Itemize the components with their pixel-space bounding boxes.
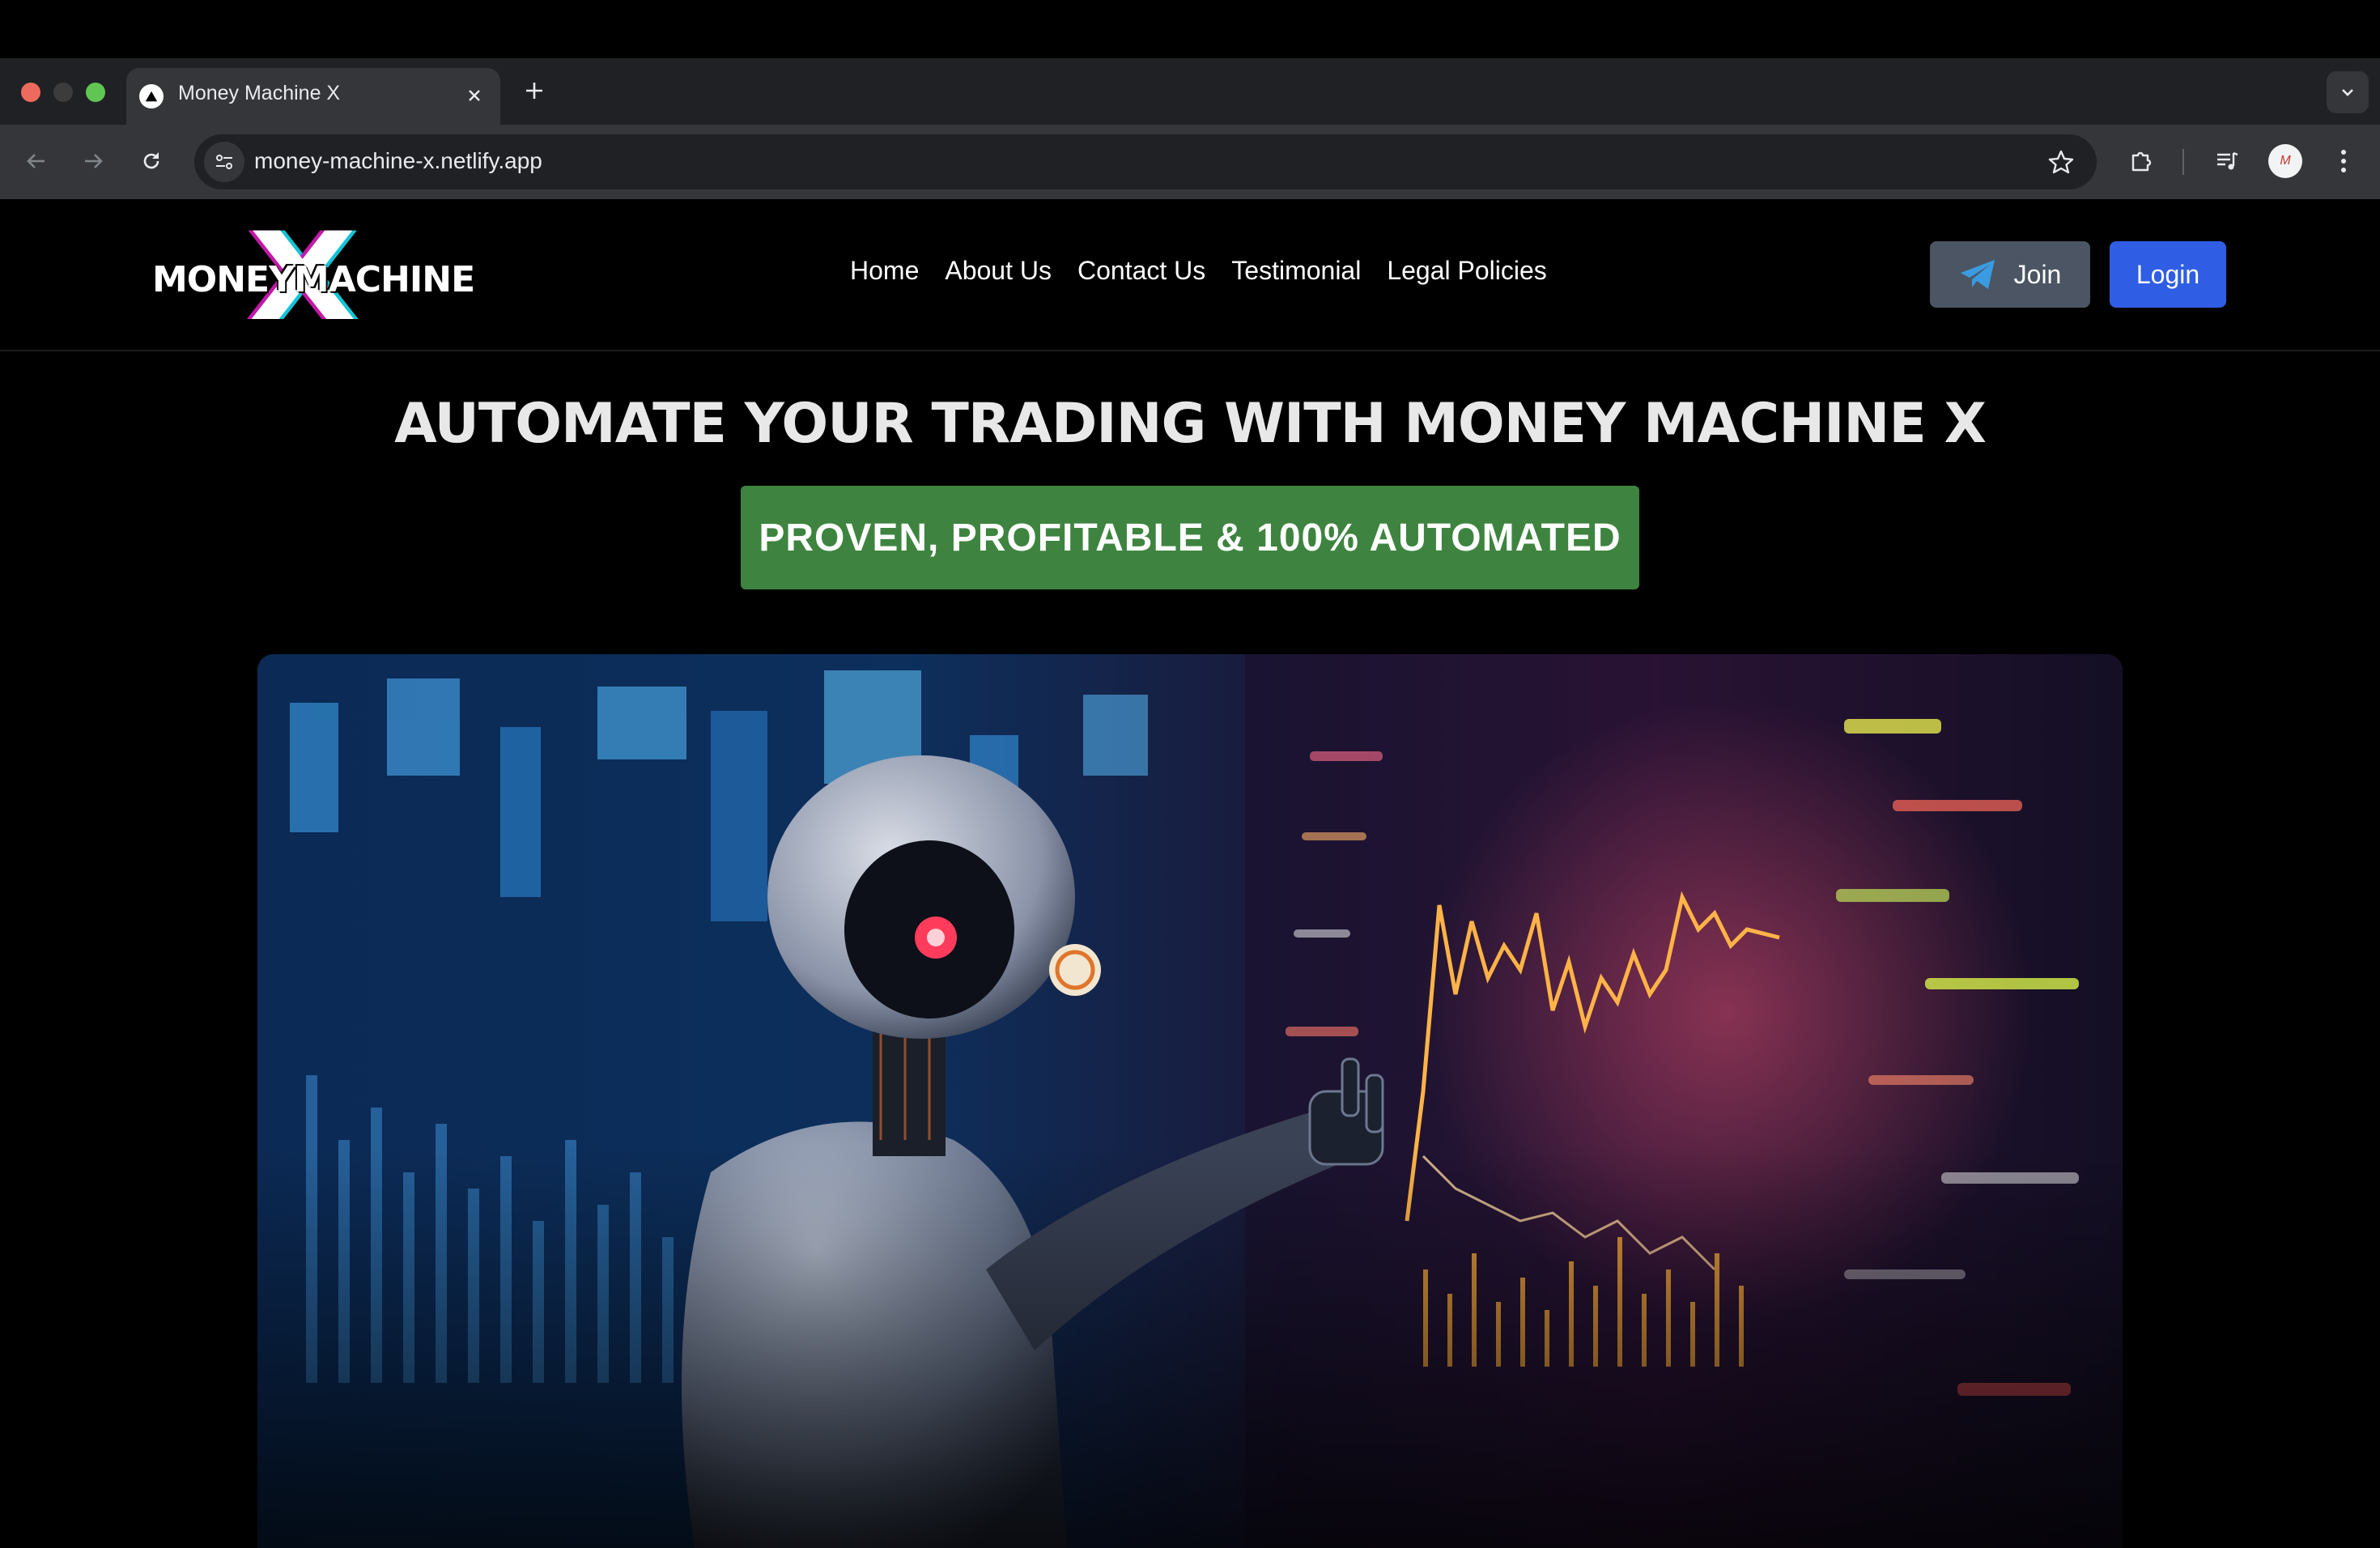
nav-contact-us[interactable]: Contact Us (1077, 256, 1205, 286)
macos-menu-area (0, 0, 2380, 58)
browser-tab-active[interactable]: Money Machine X (126, 68, 500, 125)
nav-testimonial[interactable]: Testimonial (1231, 256, 1361, 286)
tab-search-chevron-down-icon[interactable] (2327, 71, 2369, 113)
address-bar[interactable]: money-machine-x.netlify.app (194, 134, 2097, 189)
profile-avatar[interactable]: M (2268, 144, 2302, 178)
telegram-icon (1960, 260, 1995, 289)
toolbar-divider (2182, 149, 2184, 175)
netlify-favicon-icon (139, 84, 164, 108)
site-info-tune-icon[interactable] (204, 142, 244, 182)
url-text: money-machine-x.netlify.app (254, 148, 542, 173)
join-button[interactable]: Join (1930, 241, 2090, 308)
forward-arrow-icon[interactable] (73, 141, 113, 181)
close-window-button[interactable] (21, 83, 40, 102)
extensions-puzzle-icon[interactable] (2121, 141, 2161, 181)
back-arrow-icon[interactable] (16, 141, 57, 181)
nav-about-us[interactable]: About Us (945, 256, 1052, 286)
join-label: Join (2013, 259, 2062, 289)
new-tab-plus-icon[interactable] (518, 74, 550, 107)
robot-trading-chart-image (257, 654, 2123, 1548)
hero-title: AUTOMATE YOUR TRADING WITH MONEY MACHINE… (394, 392, 1987, 456)
maximize-window-button[interactable] (86, 83, 105, 102)
login-button[interactable]: Login (2110, 241, 2226, 308)
more-menu-kebab-icon[interactable] (2323, 141, 2364, 181)
profile-initials: M (2280, 154, 2291, 168)
tab-title: Money Machine X (178, 82, 341, 104)
browser-toolbar: money-machine-x.netlify.app M (0, 125, 2380, 199)
media-queue-icon[interactable] (2207, 141, 2247, 181)
reload-icon[interactable] (131, 141, 172, 181)
login-label: Login (2136, 259, 2200, 289)
minimize-window-button[interactable] (53, 83, 73, 102)
site-header: X MONEYMACHINE Home About Us Contact Us … (0, 199, 2380, 351)
bookmark-star-icon[interactable] (2043, 144, 2079, 180)
tab-close-icon[interactable] (458, 79, 491, 112)
main-nav: Home About Us Contact Us Testimonial Leg… (850, 256, 1573, 286)
money-machine-x-logo[interactable]: X MONEYMACHINE (151, 217, 482, 338)
logo-wordmark: MONEYMACHINE (152, 259, 475, 300)
hero-badge: PROVEN, PROFITABLE & 100% AUTOMATED (741, 486, 1639, 589)
nav-home[interactable]: Home (850, 256, 919, 286)
nav-legal-policies[interactable]: Legal Policies (1387, 256, 1546, 286)
